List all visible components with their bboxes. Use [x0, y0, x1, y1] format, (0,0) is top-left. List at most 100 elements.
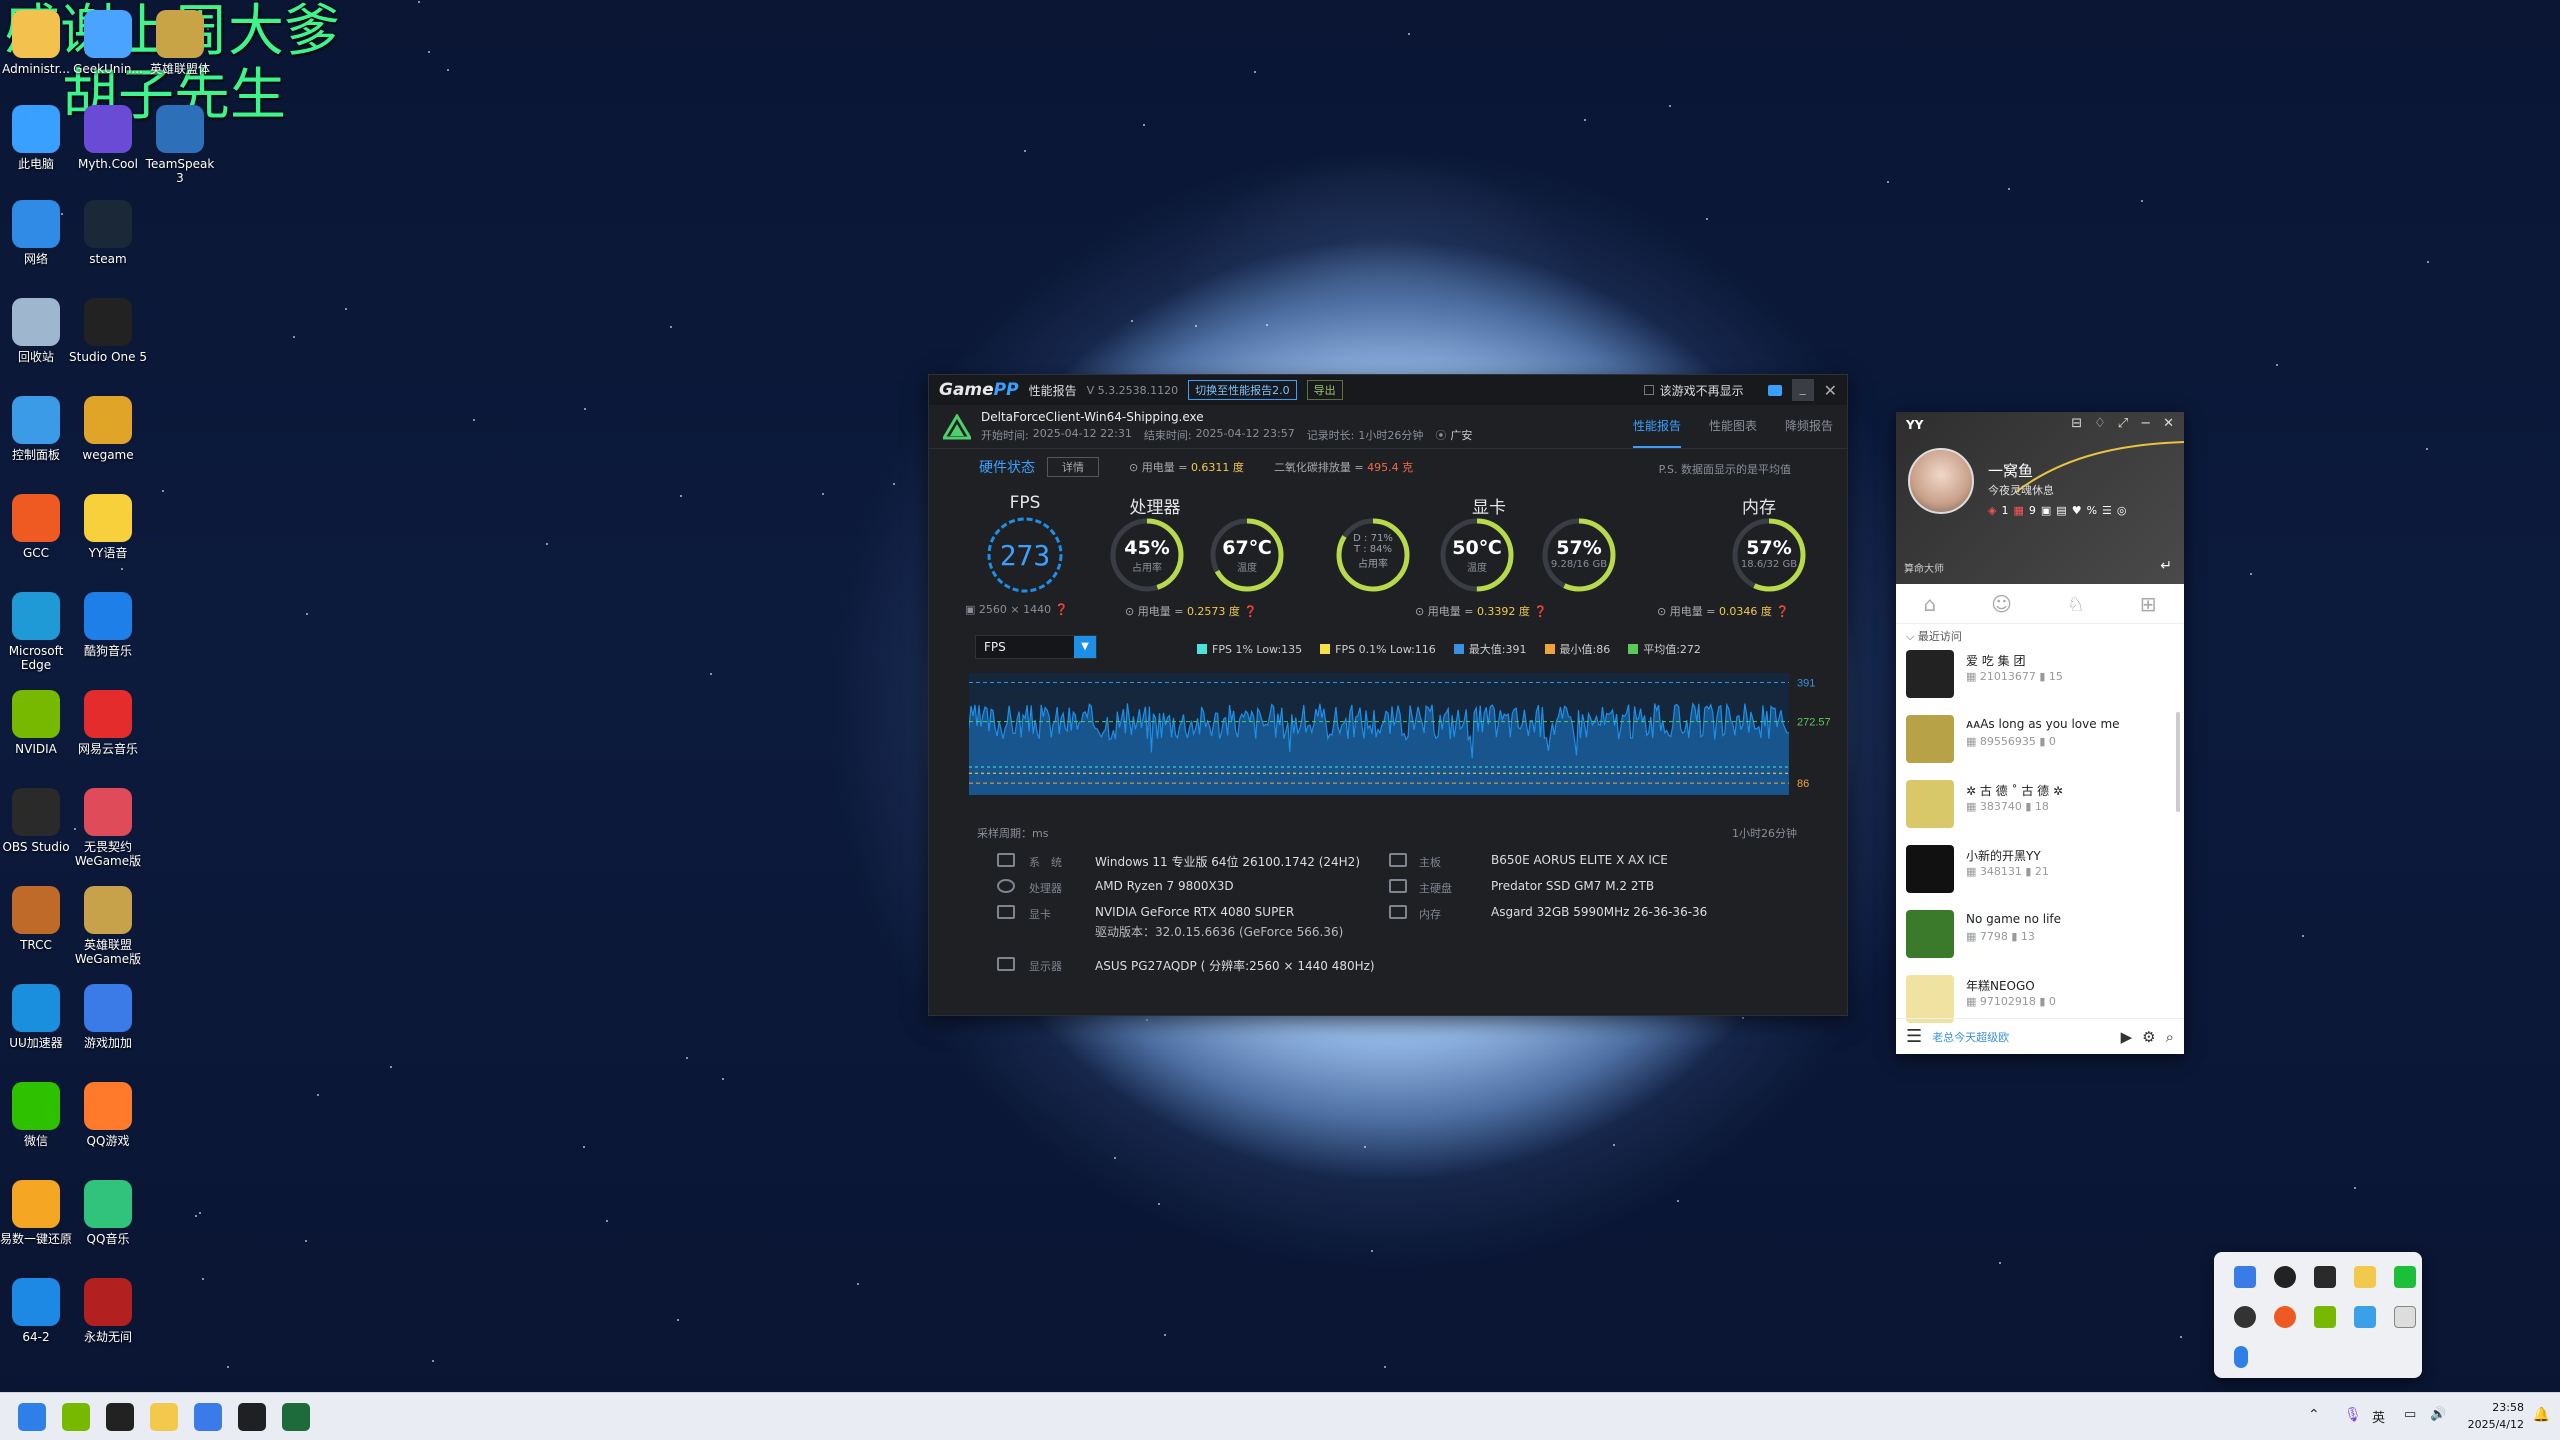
yy-avatar[interactable]: [1908, 448, 1974, 514]
tray-usb-icon[interactable]: [2394, 1306, 2416, 1328]
deltaforce-taskbar-icon[interactable]: [282, 1403, 310, 1431]
yy-badges: ◈ 1 ▦ 9 ▣ ▤ ♥% ☰ ◎: [1988, 504, 2127, 517]
metric-select[interactable]: FPS ▼: [975, 635, 1097, 659]
tray-yy-icon[interactable]: [2354, 1266, 2376, 1288]
switch-report-button[interactable]: 切换至性能报告2.0: [1188, 380, 1297, 400]
yy-channel-item[interactable]: 爱 吃 集 团 ▦ 21013677 ▮ 15: [1906, 646, 2176, 702]
desktop-icon-nvidia[interactable]: NVIDIA: [0, 690, 76, 756]
yy-channel-item[interactable]: No game no life ▦ 7798 ▮ 13: [1906, 906, 2176, 962]
desktop-icon-app[interactable]: GeekUnin...: [68, 10, 148, 76]
desktop-icon-qq-game[interactable]: QQ游戏: [68, 1082, 148, 1148]
minimize-button[interactable]: _: [1791, 379, 1814, 401]
tray-gcc-icon[interactable]: [2274, 1306, 2296, 1328]
channel-icon[interactable]: ♘: [2067, 592, 2085, 616]
yy-minimize-button[interactable]: −: [2140, 416, 2151, 431]
desktop-icon-naraka[interactable]: 永劫无间: [68, 1278, 148, 1344]
yy-expand-icon[interactable]: ⤢: [2118, 416, 2128, 431]
star: [306, 613, 308, 615]
tray-network-icon[interactable]: [2354, 1306, 2376, 1328]
tab-performance-chart[interactable]: 性能图表: [1709, 405, 1757, 448]
yy-pin-icon[interactable]: ⊟: [2071, 416, 2082, 431]
nvidia-app-icon[interactable]: [62, 1403, 90, 1431]
notification-bell-icon[interactable]: 🔔: [2533, 1407, 2550, 1423]
tray-chevron-icon[interactable]: ⌃: [2308, 1407, 2320, 1423]
tray-steam-icon[interactable]: [2234, 1306, 2256, 1328]
yy-skin-icon[interactable]: ♢: [2094, 416, 2106, 431]
volume-icon[interactable]: 🔊: [2430, 1407, 2446, 1422]
tray-gamepp-icon[interactable]: [2234, 1266, 2256, 1288]
taskbar-clock[interactable]: 23:58 2025/4/12: [2468, 1399, 2524, 1433]
yy-taskbar-icon[interactable]: [150, 1403, 178, 1431]
yy-username[interactable]: 一窝鱼: [1988, 460, 2033, 481]
yy-channel-item[interactable]: ᴀᴀAs long as you love me ▦ 89556935 ▮ 0: [1906, 711, 2176, 767]
desktop-icon-lol[interactable]: 英雄联盟 WeGame版: [68, 886, 148, 966]
desktop-icon-control-panel[interactable]: 控制面板: [0, 396, 76, 462]
desktop-icon-edge[interactable]: Microsoft Edge: [0, 592, 76, 672]
desktop-icon-computer[interactable]: 此电脑: [0, 105, 76, 171]
settings-icon[interactable]: ⚙: [2142, 1028, 2155, 1046]
tab-performance-report[interactable]: 性能报告: [1632, 405, 1681, 448]
desktop-icon-steam[interactable]: steam: [68, 200, 148, 266]
desktop-icon-studio-one[interactable]: Studio One 5: [68, 298, 148, 364]
yy-bottom-hint[interactable]: 老总今天超级欧: [1932, 1029, 2009, 1045]
desktop-icon-obs[interactable]: OBS Studio: [0, 788, 76, 854]
close-button[interactable]: ✕: [1824, 381, 1837, 400]
apps-icon[interactable]: ⊞: [2140, 592, 2157, 616]
menu-icon[interactable]: ☰: [1906, 1026, 1922, 1047]
desktop-icon-game-plus[interactable]: 游戏加加: [68, 984, 148, 1050]
ime-indicator[interactable]: 英: [2372, 1407, 2385, 1426]
star: [606, 1220, 608, 1222]
desktop-icon-game[interactable]: 英雄联盟体: [140, 10, 220, 76]
desktop-icon-gcc[interactable]: GCC: [0, 494, 76, 560]
desktop-icon-wegame[interactable]: wegame: [68, 396, 148, 462]
camera-icon[interactable]: [1767, 384, 1782, 396]
export-button[interactable]: 导出: [1306, 380, 1343, 400]
legend-item[interactable]: FPS 0.1% Low:116: [1320, 643, 1436, 656]
badge-icon-4: ▤: [2056, 504, 2067, 517]
yy-return-icon[interactable]: ↵: [2160, 558, 2172, 574]
legend-item[interactable]: 最小值:86: [1544, 641, 1610, 657]
windows-start-icon[interactable]: [18, 1403, 46, 1431]
legend-item[interactable]: 最大值:391: [1453, 641, 1527, 657]
desktop-icon-folder[interactable]: Administr...: [0, 10, 76, 76]
gamepp-taskbar-icon[interactable]: [194, 1403, 222, 1431]
gamepp-titlebar[interactable]: GamePP 性能报告 V 5.3.2538.1120 切换至性能报告2.0 导…: [929, 375, 1847, 405]
desktop-icon-restore[interactable]: 易数一键还原: [0, 1180, 76, 1246]
desktop-icon-wechat[interactable]: 微信: [0, 1082, 76, 1148]
tray-nvidia-icon[interactable]: [2314, 1306, 2336, 1328]
tray-obs-icon[interactable]: [2274, 1266, 2296, 1288]
video-icon[interactable]: ▶: [2121, 1028, 2133, 1046]
search-icon[interactable]: ⌕: [2166, 1028, 2174, 1046]
detail-button[interactable]: 详情: [1047, 457, 1099, 477]
obs-taskbar-icon[interactable]: [106, 1403, 134, 1431]
desktop-icon-uu[interactable]: UU加速器: [0, 984, 76, 1050]
desktop-icon-trcc[interactable]: TRCC: [0, 886, 76, 952]
contacts-icon[interactable]: ☺: [1991, 592, 2012, 616]
desktop-icon-shortcut[interactable]: 64-2: [0, 1278, 76, 1344]
desktop-icon-teamspeak[interactable]: TeamSpeak 3: [140, 105, 220, 185]
tray-app-icon[interactable]: [2314, 1266, 2336, 1288]
yy-status[interactable]: 今夜灵魂休息: [1988, 482, 2054, 498]
tray-green-icon[interactable]: [2394, 1266, 2416, 1288]
yy-close-button[interactable]: ✕: [2163, 416, 2174, 431]
legend-item[interactable]: 平均值:272: [1628, 641, 1701, 657]
yy-channel-item[interactable]: ✲ 古 德 ˚ 古 德 ✲ ▦ 383740 ▮ 18: [1906, 776, 2176, 832]
desktop-icon-qq-music[interactable]: QQ音乐: [68, 1180, 148, 1246]
network-status-icon[interactable]: ▭: [2404, 1407, 2416, 1422]
no-show-checkbox[interactable]: [1643, 385, 1654, 395]
yy-channel-item[interactable]: 小新的开黑YY ▦ 348131 ▮ 21: [1906, 841, 2176, 897]
tab-throttle-report[interactable]: 降频报告: [1785, 405, 1833, 448]
mic-icon[interactable]: 🎙: [2344, 1407, 2362, 1423]
tray-bluetooth-icon[interactable]: [2234, 1346, 2248, 1368]
desktop-icon-kugou[interactable]: 酷狗音乐: [68, 592, 148, 658]
desktop-icon-valorant[interactable]: 无畏契约 WeGame版: [68, 788, 148, 868]
terminal-taskbar-icon[interactable]: [238, 1403, 266, 1431]
desktop-icon-netease-music[interactable]: 网易云音乐: [68, 690, 148, 756]
yy-scrollbar[interactable]: [2176, 712, 2180, 812]
desktop-icon-myth[interactable]: Myth.Cool: [68, 105, 148, 171]
desktop-icon-recycle-bin[interactable]: 回收站: [0, 298, 76, 364]
desktop-icon-network[interactable]: 网络: [0, 200, 76, 266]
home-icon[interactable]: ⌂: [1923, 592, 1936, 616]
desktop-icon-yy[interactable]: YY语音: [68, 494, 148, 560]
legend-item[interactable]: FPS 1% Low:135: [1197, 643, 1302, 656]
